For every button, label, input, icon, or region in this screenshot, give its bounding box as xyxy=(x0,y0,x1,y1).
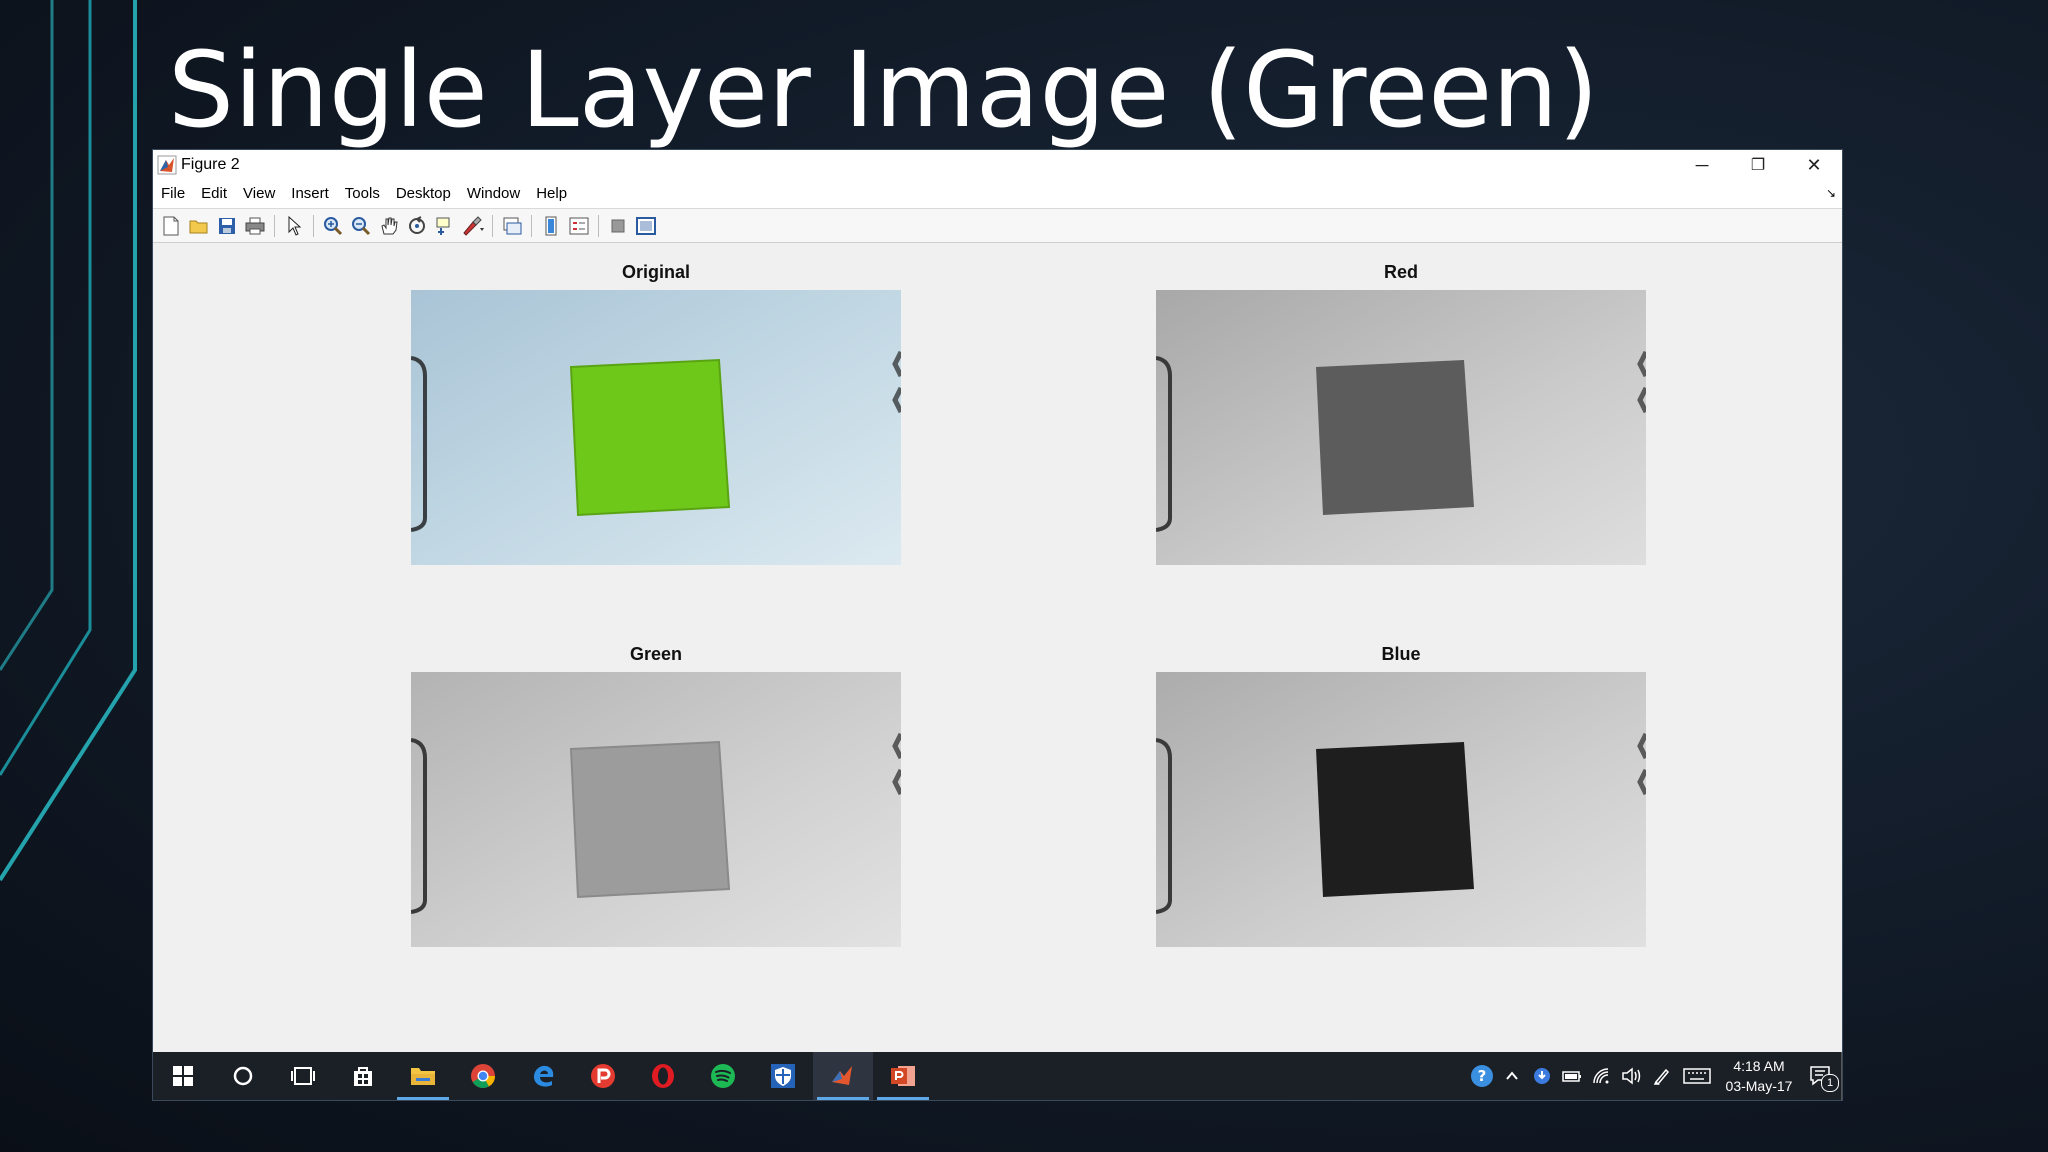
powerpoint-icon[interactable] xyxy=(873,1052,933,1100)
figure-toolbar xyxy=(153,209,1842,243)
restore-button[interactable]: ❐ xyxy=(1730,150,1786,180)
slide-title: Single Layer Image (Green) xyxy=(168,29,1599,151)
matlab-icon xyxy=(157,155,177,175)
subplot-red-channel-image xyxy=(1156,290,1646,565)
save-icon[interactable] xyxy=(215,214,239,238)
onedrive-sync-icon[interactable] xyxy=(1527,1052,1557,1100)
clock-date: 03-May-17 xyxy=(1725,1078,1793,1094)
volume-icon[interactable] xyxy=(1617,1052,1647,1100)
menu-tools[interactable]: Tools xyxy=(337,180,388,208)
window-title: Figure 2 xyxy=(181,156,240,173)
subplot-original-image xyxy=(411,290,901,565)
menu-view[interactable]: View xyxy=(235,180,283,208)
toolbar-separator xyxy=(598,214,599,237)
subplot-blue-channel-image xyxy=(1156,672,1646,947)
edge-icon[interactable] xyxy=(513,1052,573,1100)
dock-arrow-icon[interactable]: ↘ xyxy=(1826,186,1836,200)
file-explorer-icon[interactable] xyxy=(393,1052,453,1100)
minimize-button[interactable]: ─ xyxy=(1674,150,1730,180)
subplot-green-channel-image xyxy=(411,672,901,947)
matlab-figure-window: Figure 2 ─ ❐ ✕ File Edit View Insert Too… xyxy=(153,150,1842,1100)
rotate-3d-icon[interactable] xyxy=(405,214,429,238)
notification-count-badge: 1 xyxy=(1821,1074,1839,1092)
zoom-out-icon[interactable] xyxy=(349,214,373,238)
menu-bar: File Edit View Insert Tools Desktop Wind… xyxy=(153,180,1842,209)
help-icon[interactable]: ? xyxy=(1467,1052,1497,1100)
chrome-icon[interactable] xyxy=(453,1052,513,1100)
zoom-in-icon[interactable] xyxy=(321,214,345,238)
matlab-taskbar-icon[interactable] xyxy=(813,1052,873,1100)
window-titlebar[interactable]: Figure 2 ─ ❐ ✕ xyxy=(153,150,1842,180)
show-plot-tools-icon[interactable] xyxy=(634,214,658,238)
clock-time: 4:18 AM xyxy=(1733,1058,1785,1074)
start-windows-icon[interactable] xyxy=(153,1052,213,1100)
insert-colorbar-icon[interactable] xyxy=(539,214,563,238)
menu-window[interactable]: Window xyxy=(459,180,528,208)
subplot-title-green: Green xyxy=(629,644,683,664)
toolbar-separator xyxy=(492,214,493,237)
pen-icon[interactable] xyxy=(1647,1052,1677,1100)
subplot-title-red: Red xyxy=(1383,262,1418,282)
taskbar-clock[interactable]: 4:18 AM 03-May-17 xyxy=(1717,1056,1801,1096)
spotify-icon[interactable] xyxy=(693,1052,753,1100)
toolbar-separator xyxy=(274,214,275,237)
close-button[interactable]: ✕ xyxy=(1786,150,1842,180)
battery-icon[interactable] xyxy=(1557,1052,1587,1100)
subplot-title-original: Original xyxy=(621,262,690,282)
toolbar-separator xyxy=(531,214,532,237)
pan-hand-icon[interactable] xyxy=(377,214,401,238)
wifi-icon[interactable] xyxy=(1587,1052,1617,1100)
keyboard-icon[interactable] xyxy=(1677,1052,1717,1100)
open-file-icon[interactable] xyxy=(187,214,211,238)
store-icon[interactable] xyxy=(333,1052,393,1100)
toolbar-separator xyxy=(313,214,314,237)
hide-plot-tools-icon[interactable] xyxy=(606,214,630,238)
task-view-icon[interactable] xyxy=(273,1052,333,1100)
windows-taskbar: ? 4:18 AM 03-May-17 1 xyxy=(153,1052,1842,1100)
data-cursor-icon[interactable] xyxy=(433,214,457,238)
new-figure-icon[interactable] xyxy=(159,214,183,238)
menu-help[interactable]: Help xyxy=(528,180,575,208)
pocketcasts-icon[interactable] xyxy=(573,1052,633,1100)
windows-defender-icon[interactable] xyxy=(753,1052,813,1100)
cortana-search-icon[interactable] xyxy=(213,1052,273,1100)
slide-decoration xyxy=(0,0,137,882)
show-desktop-divider[interactable] xyxy=(1841,1052,1842,1100)
svg-text:?: ? xyxy=(1478,1067,1487,1085)
chevron-up-icon[interactable] xyxy=(1497,1052,1527,1100)
opera-icon[interactable] xyxy=(633,1052,693,1100)
menu-file[interactable]: File xyxy=(153,180,193,208)
system-tray: ? 4:18 AM 03-May-17 1 xyxy=(1467,1052,1842,1100)
figure-canvas[interactable]: Original Red Green Blue xyxy=(153,244,1842,1001)
subplot-title-blue: Blue xyxy=(1381,644,1421,664)
link-plot-icon[interactable] xyxy=(500,214,524,238)
print-icon[interactable] xyxy=(243,214,267,238)
menu-edit[interactable]: Edit xyxy=(193,180,235,208)
insert-legend-icon[interactable] xyxy=(567,214,591,238)
menu-desktop[interactable]: Desktop xyxy=(388,180,459,208)
menu-insert[interactable]: Insert xyxy=(283,180,337,208)
edit-plot-arrow-icon[interactable] xyxy=(282,214,306,238)
brush-icon[interactable] xyxy=(461,214,485,238)
action-center-icon[interactable]: 1 xyxy=(1801,1052,1841,1100)
